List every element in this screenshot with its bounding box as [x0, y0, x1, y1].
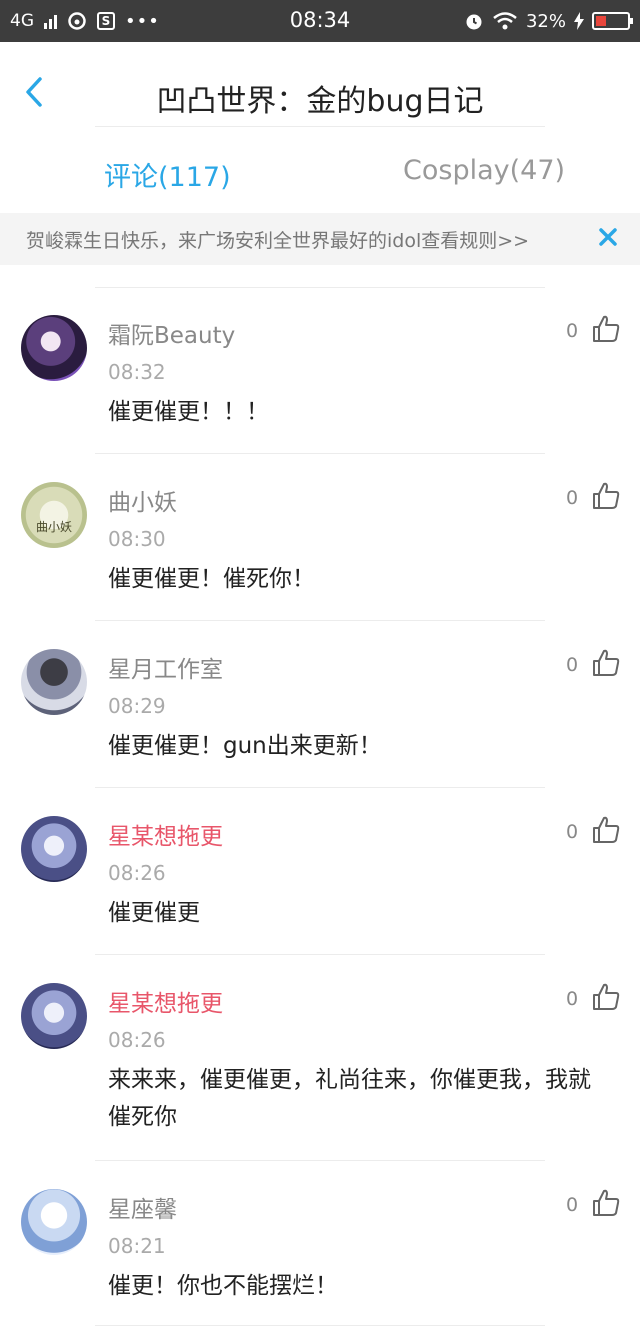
- thumbs-up-icon[interactable]: [591, 815, 621, 845]
- comment-time: 08:29: [108, 694, 166, 718]
- alarm-icon: [466, 14, 482, 30]
- comment-text: 来来来，催更催更，礼尚往来，你催更我，我就催死你: [108, 1067, 591, 1130]
- comment-author[interactable]: 曲小妖: [108, 483, 177, 517]
- comment-text: 催更！你也不能摆烂！: [108, 1273, 338, 1299]
- comment-time: 08:21: [108, 1234, 166, 1258]
- status-right: 32%: [464, 9, 633, 33]
- divider: [95, 126, 545, 127]
- divider: [95, 1160, 545, 1161]
- close-icon[interactable]: [596, 225, 620, 249]
- like-count: 0: [566, 821, 579, 843]
- like-count: 0: [566, 487, 579, 509]
- comment-time: 08:26: [108, 861, 166, 885]
- thumbs-up-icon[interactable]: [591, 314, 621, 344]
- like-count: 0: [566, 654, 579, 676]
- divider: [95, 620, 545, 621]
- thumbs-up-icon[interactable]: [591, 982, 621, 1012]
- comment-time: 08:26: [108, 1028, 166, 1052]
- avatar-text: 曲小妖: [35, 520, 72, 534]
- like-count: 0: [566, 1194, 579, 1216]
- charging-bolt-icon: [574, 12, 584, 30]
- like-count: 0: [566, 988, 579, 1010]
- thumbs-up-icon[interactable]: [591, 1188, 621, 1218]
- comment-time: 08:32: [108, 360, 166, 384]
- comment-text: 催更催更！gun出来更新！: [108, 733, 382, 759]
- battery-icon: [592, 12, 633, 30]
- thumbs-up-icon[interactable]: [591, 648, 621, 678]
- comment-text: 催更催更！催死你！: [108, 566, 315, 592]
- comment-text: 催更催更: [108, 900, 200, 926]
- tab-comments[interactable]: 评论(117): [104, 155, 231, 194]
- comment-author[interactable]: 星某想拖更: [108, 817, 223, 851]
- notice-bar[interactable]: 贺峻霖生日快乐，来广场安利全世界最好的idol查看规则>>: [0, 213, 640, 265]
- divider: [95, 954, 545, 955]
- divider: [95, 453, 545, 454]
- top-bar: 凹凸世界：金的bug日记: [0, 42, 640, 138]
- battery-fill: [596, 16, 606, 26]
- battery-percent: 32%: [525, 10, 566, 32]
- comment-time: 08:30: [108, 527, 166, 551]
- avatar[interactable]: [21, 816, 87, 882]
- comment-author[interactable]: 星某想拖更: [108, 984, 223, 1018]
- wifi-icon: [493, 12, 517, 30]
- page-title: 凹凸世界：金的bug日记: [156, 84, 484, 119]
- avatar[interactable]: [21, 649, 87, 715]
- thumbs-up-icon[interactable]: [591, 481, 621, 511]
- tab-cosplay[interactable]: Cosplay(47): [403, 155, 565, 186]
- comment-text: 催更催更！！！: [108, 399, 269, 425]
- divider: [95, 287, 545, 288]
- like-count: 0: [566, 320, 579, 342]
- comment-author[interactable]: 霜阮Beauty: [108, 316, 235, 350]
- avatar[interactable]: [21, 983, 87, 1049]
- avatar[interactable]: 曲小妖: [21, 482, 87, 548]
- status-bar: 4G S ••• 08:34 32%: [0, 0, 640, 42]
- avatar[interactable]: [21, 1189, 87, 1255]
- divider: [95, 787, 545, 788]
- avatar[interactable]: [21, 315, 87, 381]
- notice-text[interactable]: 贺峻霖生日快乐，来广场安利全世界最好的idol查看规则>>: [26, 226, 529, 253]
- divider: [95, 1325, 545, 1326]
- comment-author[interactable]: 星月工作室: [108, 650, 223, 684]
- comment-author[interactable]: 星座馨: [108, 1190, 177, 1224]
